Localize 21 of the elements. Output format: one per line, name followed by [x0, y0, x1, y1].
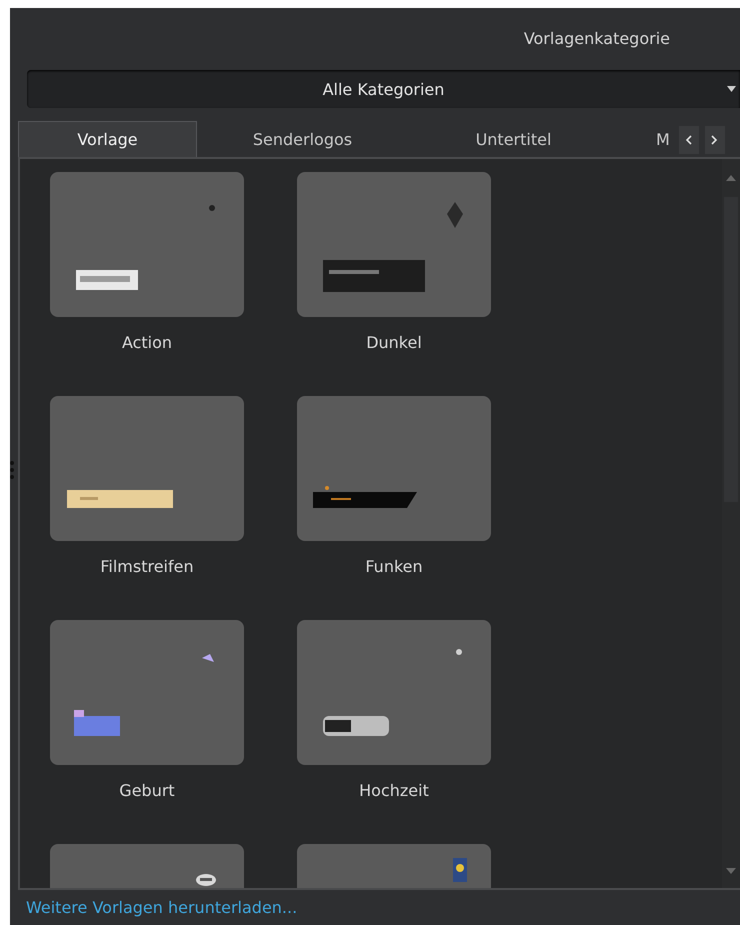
category-dropdown[interactable]: Alle Kategorien [27, 70, 740, 108]
caret-icon [727, 86, 736, 92]
template-label: Geburt [119, 781, 175, 801]
tab[interactable]: M [619, 121, 677, 157]
template-label: Funken [365, 557, 423, 577]
scroll-right-button[interactable] [704, 126, 725, 154]
tab[interactable]: Vorlage [18, 121, 197, 157]
tab[interactable]: Untertitel [408, 121, 619, 157]
template-label: Hochzeit [359, 781, 429, 801]
template-label: Action [122, 333, 172, 353]
scroll-down-icon[interactable] [726, 868, 736, 874]
chevron-right-icon [711, 135, 718, 145]
download-more-link[interactable]: Weitere Vorlagen herunterladen... [26, 898, 298, 917]
scroll-left-button[interactable] [678, 126, 699, 154]
panel-title: Vorlagenkategorie [524, 28, 670, 48]
template-label: Filmstreifen [100, 557, 194, 577]
chevron-left-icon [685, 135, 692, 145]
template-label: Dunkel [366, 333, 422, 353]
tab[interactable]: Senderlogos [197, 121, 408, 157]
scroll-up-icon[interactable] [726, 175, 736, 181]
grip-icon[interactable] [10, 460, 14, 480]
